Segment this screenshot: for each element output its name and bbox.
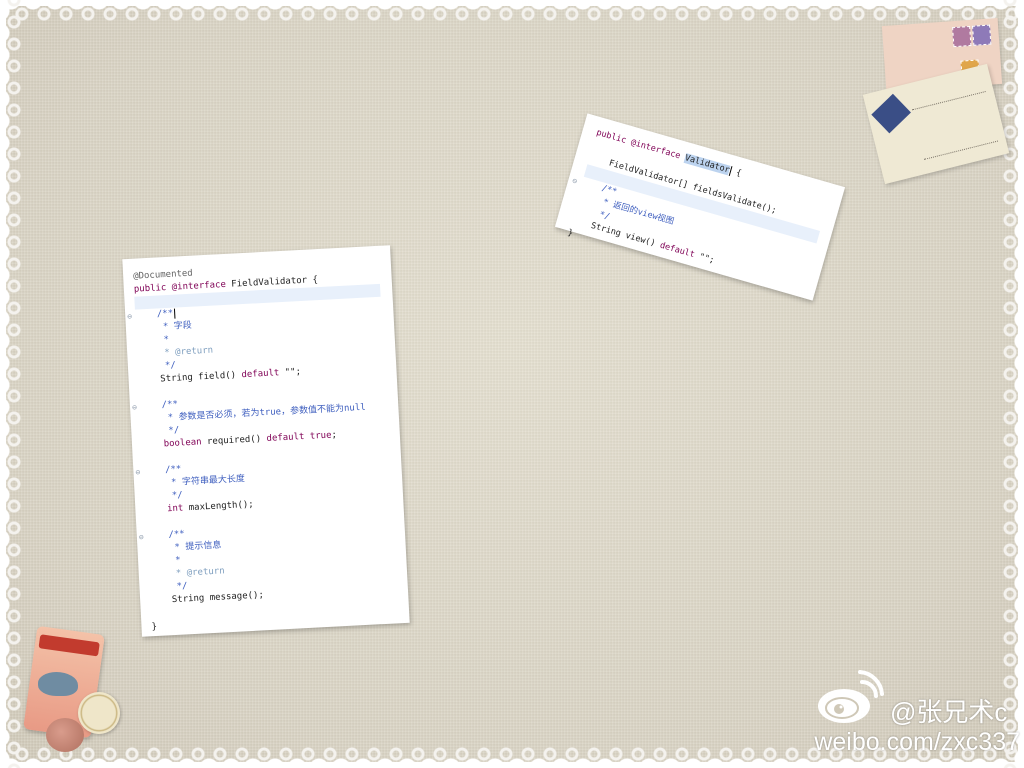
text-cursor bbox=[173, 308, 176, 319]
javadoc-tag: * @return bbox=[175, 566, 225, 579]
fold-marker-icon[interactable]: ⊖ bbox=[139, 531, 145, 544]
punctuation: { bbox=[734, 167, 743, 179]
ribbon-icon bbox=[38, 634, 100, 657]
javadoc-text: /** bbox=[168, 529, 185, 541]
airmail-envelope-decoration bbox=[862, 63, 1010, 185]
javadoc-text: */ bbox=[598, 209, 611, 223]
fold-marker-icon[interactable]: ⊖ bbox=[135, 466, 141, 479]
javadoc-text: * 提示信息 bbox=[174, 540, 222, 553]
fold-marker-icon[interactable]: ⊖ bbox=[571, 174, 579, 188]
lace-border-right bbox=[998, 0, 1024, 768]
keyword: default bbox=[241, 368, 280, 381]
javadoc-tag: * @return bbox=[164, 345, 214, 359]
javadoc-text: */ bbox=[164, 360, 177, 372]
keyword: int bbox=[166, 503, 184, 515]
postage-stamp-icon bbox=[972, 24, 992, 46]
code-card-fieldvalidator: @Documented public @interface FieldValid… bbox=[122, 245, 410, 637]
javadoc-text: */ bbox=[171, 490, 183, 501]
watermark-handle: @张兄术c bbox=[890, 697, 1008, 727]
javadoc-text: */ bbox=[168, 425, 180, 437]
fold-marker-icon[interactable]: ⊖ bbox=[127, 310, 133, 323]
handwriting-decoration bbox=[911, 91, 999, 160]
method-signature: maxLength(); bbox=[188, 499, 254, 514]
round-button-decoration bbox=[46, 718, 84, 752]
javadoc-text: /** bbox=[156, 308, 174, 320]
closing-brace: } bbox=[151, 621, 158, 633]
literal: ""; bbox=[284, 367, 302, 378]
bird-icon bbox=[38, 672, 78, 696]
lace-border-top bbox=[0, 0, 1024, 26]
javadoc-text: * bbox=[174, 555, 181, 566]
keyword: boolean bbox=[163, 437, 202, 450]
keyword: @interface bbox=[171, 279, 227, 293]
round-badge-icon bbox=[78, 692, 120, 734]
punctuation: ; bbox=[331, 430, 338, 441]
weibo-logo-icon bbox=[818, 670, 884, 723]
annotation-text: @Documented bbox=[132, 268, 194, 282]
lace-border-left bbox=[0, 0, 26, 768]
keyword: public bbox=[133, 283, 167, 295]
method-signature: required() bbox=[206, 434, 262, 448]
keyword: default bbox=[266, 431, 305, 444]
closing-brace: } bbox=[566, 227, 575, 239]
code-card-validator: public @interface Validator { FieldValid… bbox=[554, 113, 846, 301]
keyword: true bbox=[309, 430, 332, 442]
fold-marker-icon[interactable]: ⊖ bbox=[132, 401, 138, 414]
javadoc-text: * 字段 bbox=[162, 320, 193, 333]
javadoc-text: * bbox=[163, 334, 170, 346]
airmail-label-icon bbox=[871, 93, 911, 134]
javadoc-text: */ bbox=[176, 581, 188, 592]
javadoc-text: /** bbox=[164, 464, 182, 476]
watermark-url: weibo.com/zxc337 bbox=[814, 728, 1020, 756]
postage-stamp-icon bbox=[952, 25, 972, 48]
javadoc-text: /** bbox=[161, 399, 179, 411]
